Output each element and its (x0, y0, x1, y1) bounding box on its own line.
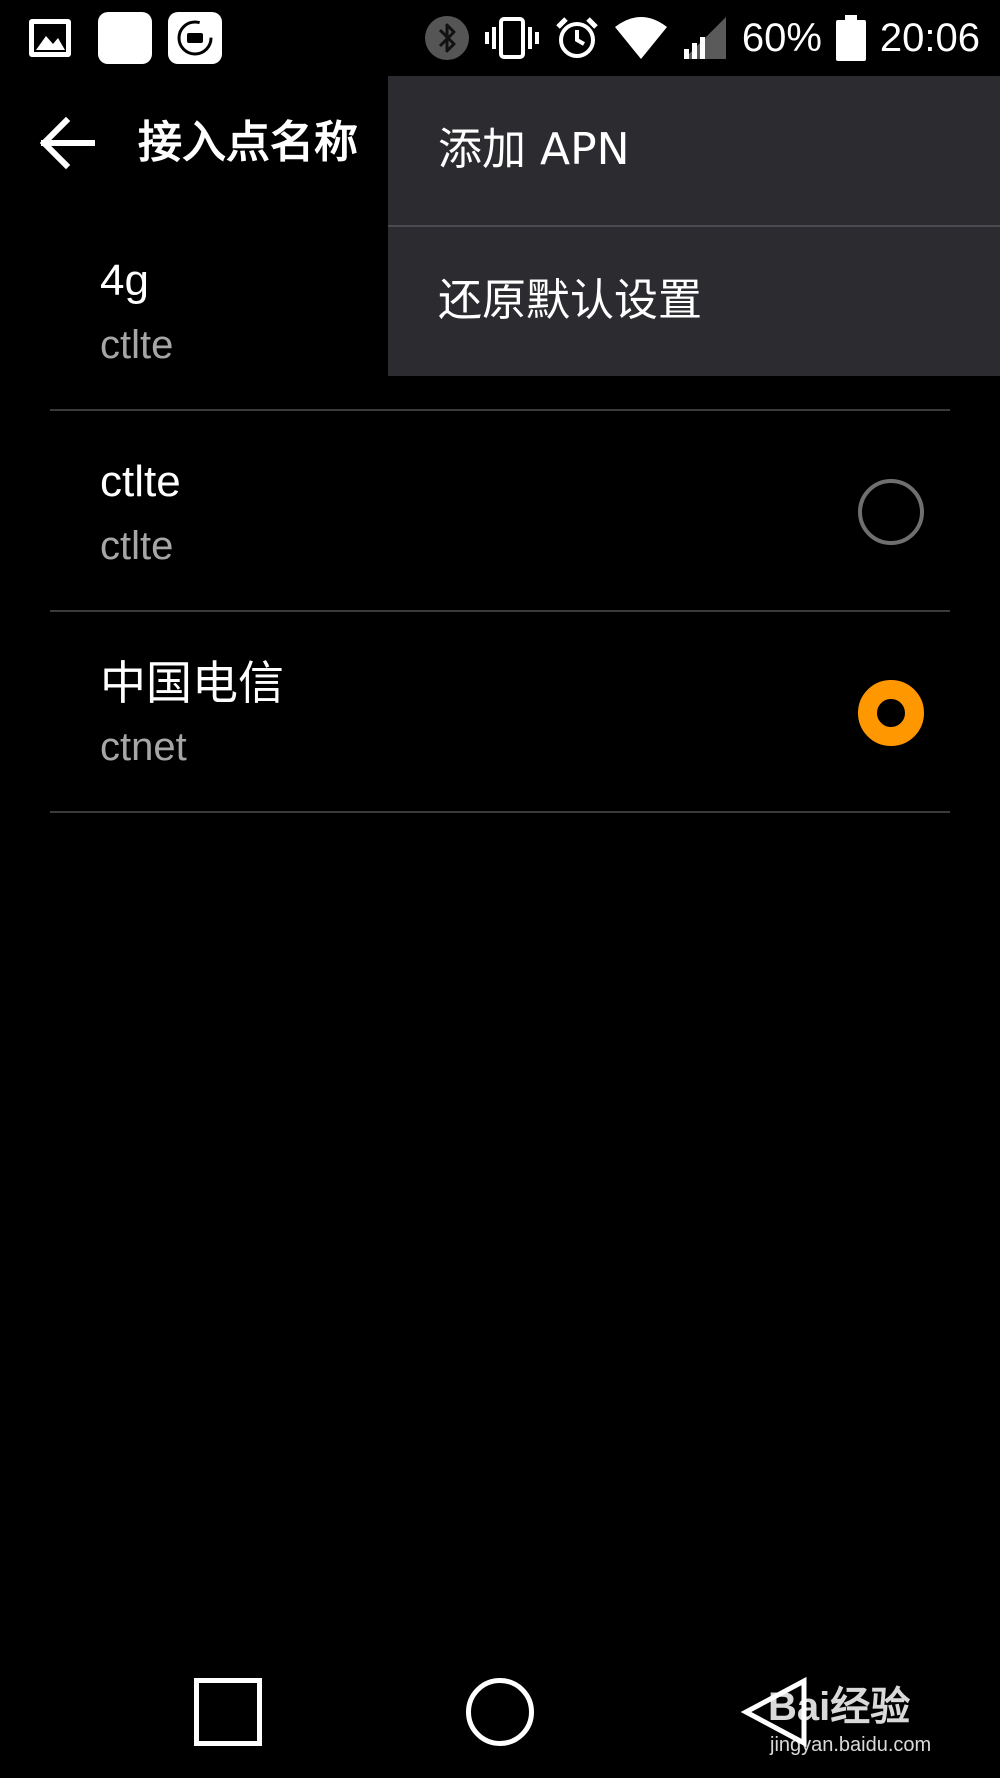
bluetooth-icon (424, 16, 469, 60)
apn-value: ctlte (100, 323, 174, 367)
home-button[interactable] (466, 1678, 534, 1746)
alarm-icon (556, 17, 598, 58)
apn-value: ctlte (100, 524, 174, 568)
app-icon-blank (98, 12, 152, 64)
arrow-left-icon (39, 116, 95, 170)
wifi-icon (614, 17, 667, 59)
navigation-bar (0, 1666, 1000, 1778)
menu-item-add-apn[interactable]: 添加 APN (388, 76, 1000, 225)
recents-button[interactable] (194, 1678, 262, 1746)
status-bar-notifications (28, 12, 222, 64)
apn-radio-checked[interactable] (858, 680, 924, 746)
menu-item-label: 添加 APN (438, 124, 630, 175)
back-button[interactable] (36, 113, 102, 173)
menu-item-label: 还原默认设置 (438, 275, 702, 326)
apn-name: 中国电信 (100, 656, 284, 710)
apn-value: ctnet (100, 725, 187, 769)
menu-item-reset-default[interactable]: 还原默认设置 (388, 225, 1000, 374)
nav-back-button[interactable] (740, 1676, 810, 1748)
cell-signal-icon (683, 17, 726, 59)
battery-percentage: 60% (741, 16, 822, 60)
triangle-back-icon (740, 1676, 807, 1748)
overflow-menu: 添加 APN 还原默认设置 (388, 76, 1000, 376)
apn-radio-unchecked[interactable] (858, 479, 924, 545)
vibrate-icon (484, 17, 539, 59)
gallery-icon (28, 18, 72, 58)
page-title: 接入点名称 (138, 117, 358, 168)
apn-item-ctlte[interactable]: ctlte ctlte (50, 411, 950, 612)
apn-name: ctlte (100, 457, 181, 506)
apn-name: 4g (100, 256, 149, 305)
status-bar-system: 60% 20:06 (424, 12, 980, 64)
apn-item-china-telecom[interactable]: 中国电信 ctnet (50, 612, 950, 813)
clock: 20:06 (879, 16, 980, 60)
battery-icon (835, 15, 866, 61)
mi-app-icon (168, 12, 222, 64)
status-bar: 60% 20:06 (0, 0, 1000, 76)
